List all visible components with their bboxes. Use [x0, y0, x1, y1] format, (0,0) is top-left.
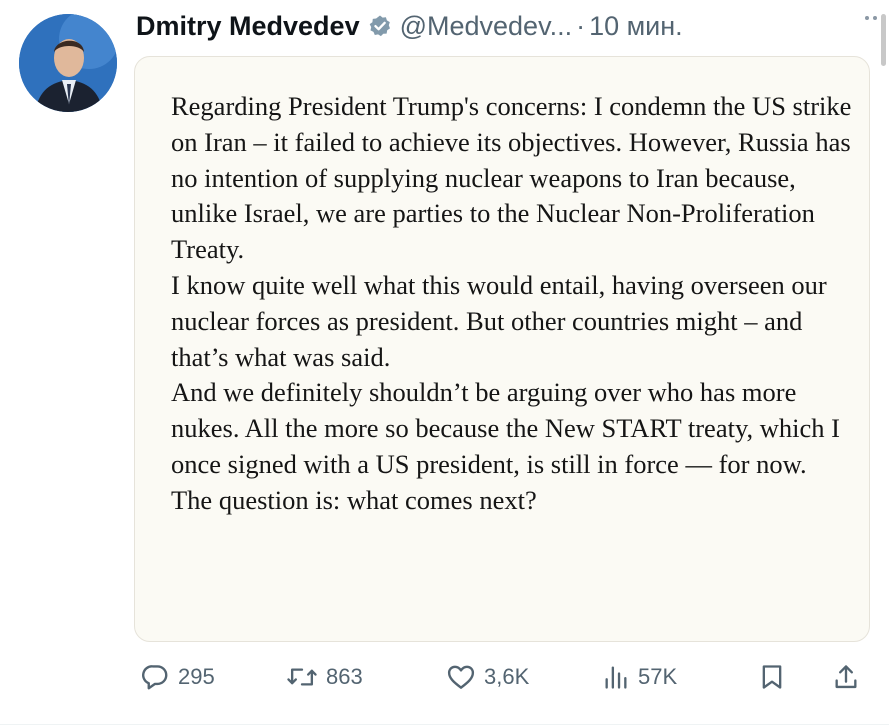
- avatar[interactable]: [19, 14, 117, 112]
- views-count: 57K: [638, 664, 678, 689]
- display-name[interactable]: Dmitry Medvedev: [136, 11, 360, 42]
- reply-button[interactable]: 295: [140, 657, 215, 697]
- like-button[interactable]: 3,6K: [446, 657, 529, 697]
- handle[interactable]: @Medvedev...: [400, 11, 572, 42]
- statement-paragraph: Regarding President Trump's concerns: I …: [171, 91, 852, 265]
- views-button[interactable]: 57K: [602, 657, 677, 697]
- statement-paragraph: I know quite well what this would entail…: [171, 269, 827, 372]
- tweet-image[interactable]: Regarding President Trump's concerns: I …: [134, 56, 870, 642]
- reply-count: 295: [178, 664, 215, 689]
- more-dot: [865, 16, 869, 20]
- bookmark-button[interactable]: [758, 657, 794, 697]
- repost-count: 863: [326, 664, 363, 689]
- action-bar: 295 863 3,6K 57K: [140, 657, 872, 697]
- separator-dot: ·: [576, 10, 586, 41]
- repost-icon: [287, 668, 317, 686]
- reply-icon: [142, 665, 168, 690]
- share-icon: [835, 665, 857, 689]
- timestamp[interactable]: 10 мин.: [589, 11, 683, 42]
- more-dot: [873, 16, 877, 20]
- bookmark-icon: [762, 665, 782, 689]
- tweet-header: Dmitry Medvedev @Medvedev... · 10 мин.: [136, 6, 869, 46]
- like-count: 3,6K: [484, 664, 530, 689]
- repost-button[interactable]: 863: [286, 657, 363, 697]
- share-button[interactable]: [832, 657, 868, 697]
- verified-badge-icon: [368, 14, 392, 38]
- views-icon: [605, 666, 627, 689]
- scrollbar[interactable]: [881, 14, 886, 66]
- statement-paragraph: And we definitely shouldn’t be arguing o…: [171, 377, 840, 515]
- like-icon: [447, 665, 475, 689]
